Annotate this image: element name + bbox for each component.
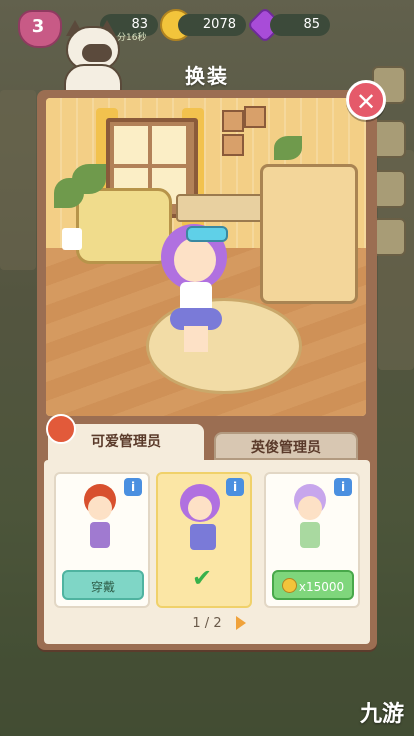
character-face	[174, 238, 216, 282]
room-preview	[46, 98, 366, 416]
price-label: x15000	[298, 580, 345, 594]
watermark-logo: 九游	[360, 696, 404, 728]
buy-button[interactable]: x15000	[272, 570, 354, 600]
room-desk	[176, 194, 270, 222]
outfit-card-3[interactable]: i x15000	[264, 472, 360, 608]
wall-frame	[244, 106, 266, 128]
figure-outfit	[90, 522, 110, 548]
character-legs	[184, 326, 208, 352]
info-icon[interactable]: i	[124, 478, 142, 496]
side-menu-button-2[interactable]	[372, 120, 406, 158]
figure-face	[188, 496, 212, 520]
check-icon: ✔	[192, 564, 213, 592]
plant-pot	[62, 228, 82, 250]
room-wardrobe	[260, 164, 358, 304]
page-indicator: 1 / 2	[192, 616, 222, 631]
figure-outfit	[190, 524, 216, 550]
gem-value: 85	[303, 17, 320, 32]
window-pane	[152, 126, 186, 164]
plant-leaf	[72, 164, 106, 194]
figure-face	[298, 496, 322, 520]
wall-frame	[222, 110, 244, 132]
star-rug	[146, 298, 302, 394]
tab-handsome-admin[interactable]: 英俊管理员	[214, 432, 358, 460]
side-menu-button-4[interactable]	[372, 218, 406, 256]
wall-frame	[222, 134, 244, 156]
coin-counter[interactable]: 2078	[178, 14, 246, 36]
goggles-accessory	[186, 226, 228, 242]
info-icon[interactable]: i	[226, 478, 244, 496]
window-pane	[114, 126, 148, 164]
wear-button[interactable]: 穿戴	[62, 570, 144, 600]
watermark-text: 九游	[359, 702, 404, 727]
figure-outfit	[300, 522, 320, 548]
avatar	[46, 414, 76, 444]
plant-leaf	[274, 136, 302, 160]
gem-counter[interactable]: 85	[270, 14, 330, 36]
next-page-arrow-icon[interactable]	[236, 616, 246, 630]
figure-face	[88, 496, 112, 520]
close-button[interactable]: ✕	[346, 80, 386, 120]
level-value: 3	[31, 16, 45, 37]
side-menu-button-3[interactable]	[372, 170, 406, 208]
outfit-card-1[interactable]: i 穿戴	[54, 472, 150, 608]
outfit-card-2[interactable]: i ✔	[156, 472, 252, 608]
level-badge: 3	[18, 10, 62, 48]
room-sofa	[76, 188, 172, 264]
coin-value: 2078	[202, 17, 236, 32]
coin-icon	[281, 578, 297, 593]
info-icon[interactable]: i	[334, 478, 352, 496]
